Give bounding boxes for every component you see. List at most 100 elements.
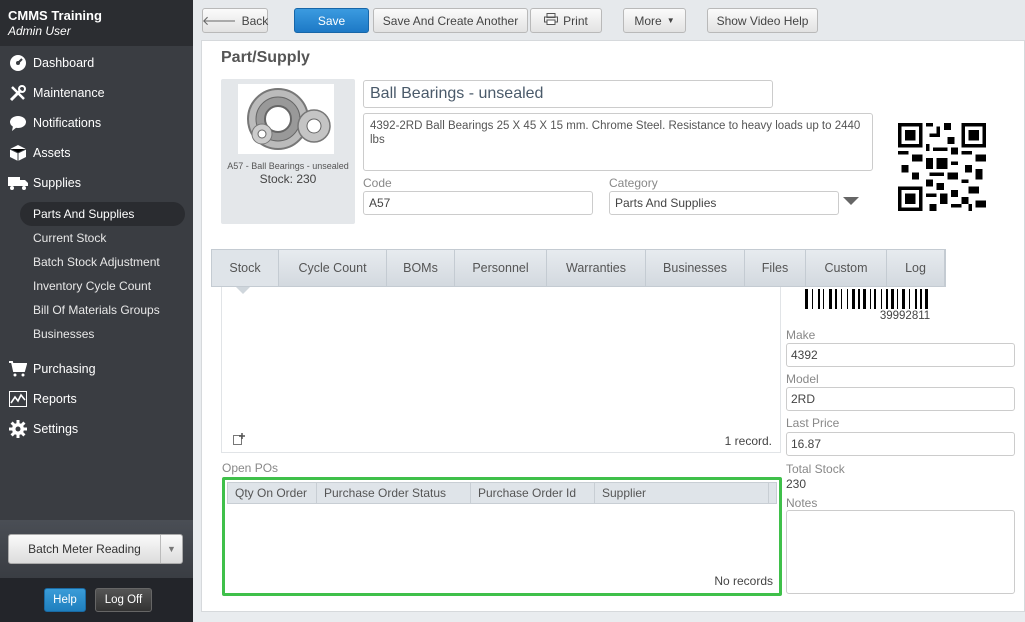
- description-input[interactable]: 4392-2RD Ball Bearings 25 X 45 X 15 mm. …: [363, 113, 873, 171]
- batch-meter-label: Batch Meter Reading: [28, 542, 141, 556]
- barcode: [805, 289, 928, 309]
- col-purchase-order-status[interactable]: Purchase Order Status: [317, 483, 471, 503]
- col-purchase-order-id[interactable]: Purchase Order Id: [471, 483, 595, 503]
- tab-stock[interactable]: Stock: [212, 250, 279, 286]
- supplies-subnav: Parts And Supplies Current Stock Batch S…: [0, 198, 193, 352]
- col-supplier[interactable]: Supplier: [595, 483, 769, 503]
- bottom-nav: Purchasing Reports Settings: [0, 352, 193, 444]
- cart-icon: [8, 360, 28, 378]
- category-input[interactable]: [609, 191, 839, 215]
- nav-label: Purchasing: [33, 362, 96, 376]
- more-label: More: [634, 13, 662, 28]
- part-image-caption: A57 - Ball Bearings - unsealed: [227, 161, 349, 171]
- nav-label: Dashboard: [33, 56, 95, 70]
- tab-warranties[interactable]: Warranties: [547, 250, 646, 286]
- stock-record-count: 1 record.: [724, 434, 772, 448]
- tools-icon: [8, 84, 28, 102]
- model-label: Model: [786, 372, 819, 386]
- nav-purchasing[interactable]: Purchasing: [0, 354, 193, 384]
- sub-parts-and-supplies[interactable]: Parts And Supplies: [20, 202, 185, 226]
- sub-current-stock[interactable]: Current Stock: [0, 226, 193, 250]
- save-button[interactable]: Save: [294, 8, 369, 33]
- tab-bar: Stock Cycle Count BOMs Personnel Warrant…: [211, 249, 946, 287]
- chevron-down-icon[interactable]: ▼: [160, 535, 182, 563]
- chart-icon: [8, 390, 28, 408]
- part-image-card[interactable]: A57 - Ball Bearings - unsealed Stock: 23…: [221, 79, 355, 224]
- nav-reports[interactable]: Reports: [0, 384, 193, 414]
- make-label: Make: [786, 328, 816, 342]
- tab-files[interactable]: Files: [745, 250, 806, 286]
- truck-icon: [8, 174, 28, 192]
- show-video-help-button[interactable]: Show Video Help: [707, 8, 818, 33]
- make-input[interactable]: [786, 343, 1015, 367]
- nav-dashboard[interactable]: Dashboard: [0, 48, 193, 78]
- open-pos-label: Open POs: [222, 461, 279, 475]
- print-label: Print: [563, 13, 588, 28]
- sub-batch-stock-adjustment[interactable]: Batch Stock Adjustment: [0, 250, 193, 274]
- code-input[interactable]: [363, 191, 593, 215]
- back-label: Back: [241, 13, 269, 28]
- sidebar: CMMS Training Admin User Dashboard Maint…: [0, 0, 193, 622]
- nav-assets[interactable]: Assets: [0, 138, 193, 168]
- dashboard-icon: [8, 54, 28, 72]
- nav-label: Supplies: [33, 176, 81, 190]
- open-pos-header: Qty On Order Purchase Order Status Purch…: [227, 482, 777, 504]
- caret-down-icon: ▼: [666, 16, 675, 25]
- toolbar: 🡐 Back Save Save And Create Another Prin…: [193, 0, 1025, 40]
- part-name-input[interactable]: [363, 80, 773, 108]
- tab-businesses[interactable]: Businesses: [646, 250, 745, 286]
- barcode-number: 39992811: [879, 310, 931, 322]
- col-qty-on-order[interactable]: Qty On Order: [228, 483, 317, 503]
- print-button[interactable]: Print: [530, 8, 602, 33]
- printer-icon: [544, 13, 559, 28]
- tab-custom[interactable]: Custom: [806, 250, 887, 286]
- nav-label: Reports: [33, 392, 77, 406]
- total-stock-value: 230: [786, 477, 807, 491]
- sub-inventory-cycle-count[interactable]: Inventory Cycle Count: [0, 274, 193, 298]
- chat-bubble-icon: [8, 114, 28, 132]
- sub-bill-of-materials-groups[interactable]: Bill Of Materials Groups: [0, 298, 193, 322]
- total-stock-label: Total Stock: [786, 462, 845, 476]
- part-photo[interactable]: [238, 84, 334, 154]
- model-input[interactable]: [786, 387, 1015, 411]
- main-panel: Part/Supply A57 - Ball Bearings - unseal…: [201, 40, 1025, 612]
- notes-input[interactable]: [786, 510, 1015, 594]
- arrow-left-icon: 🡐: [201, 12, 237, 28]
- nav-notifications[interactable]: Notifications: [0, 108, 193, 138]
- help-button[interactable]: Help: [44, 588, 86, 612]
- gear-icon: [8, 420, 28, 438]
- log-off-button[interactable]: Log Off: [95, 588, 152, 612]
- notes-label: Notes: [786, 496, 818, 510]
- batch-meter-reading-button[interactable]: Batch Meter Reading ▼: [8, 534, 183, 564]
- tab-personnel[interactable]: Personnel: [455, 250, 547, 286]
- sub-businesses[interactable]: Businesses: [0, 322, 193, 346]
- last-price-input[interactable]: [786, 432, 1015, 456]
- save-and-create-another-button[interactable]: Save And Create Another: [373, 8, 528, 33]
- stock-grid: 1 record.: [221, 287, 781, 453]
- category-dropdown-icon[interactable]: [843, 197, 859, 205]
- ball-bearing-image: [247, 88, 331, 150]
- tab-boms[interactable]: BOMs: [387, 250, 455, 286]
- sidebar-header: CMMS Training Admin User: [0, 0, 193, 46]
- sidebar-bottom: Batch Meter Reading ▼ Help Log Off: [0, 520, 193, 622]
- back-button[interactable]: 🡐 Back: [202, 8, 268, 33]
- main-nav: Dashboard Maintenance Notifications Asse…: [0, 46, 193, 198]
- tab-log[interactable]: Log: [887, 250, 945, 286]
- open-pos-empty: No records: [714, 574, 773, 588]
- tab-cycle-count[interactable]: Cycle Count: [279, 250, 387, 286]
- nav-label: Maintenance: [33, 86, 105, 100]
- user-name: Admin User: [8, 24, 71, 38]
- code-label: Code: [363, 176, 392, 190]
- nav-label: Notifications: [33, 116, 102, 130]
- nav-maintenance[interactable]: Maintenance: [0, 78, 193, 108]
- box-icon: [8, 144, 28, 162]
- nav-settings[interactable]: Settings: [0, 414, 193, 444]
- sidebar-footer: Help Log Off: [0, 578, 193, 622]
- app-title: CMMS Training: [8, 8, 102, 23]
- open-pos-grid: Qty On Order Purchase Order Status Purch…: [222, 477, 782, 596]
- part-stock-caption: Stock: 230: [259, 172, 317, 186]
- nav-label: Settings: [33, 422, 79, 436]
- nav-supplies[interactable]: Supplies: [0, 168, 193, 198]
- more-button[interactable]: More ▼: [623, 8, 686, 33]
- add-record-icon[interactable]: [233, 433, 245, 445]
